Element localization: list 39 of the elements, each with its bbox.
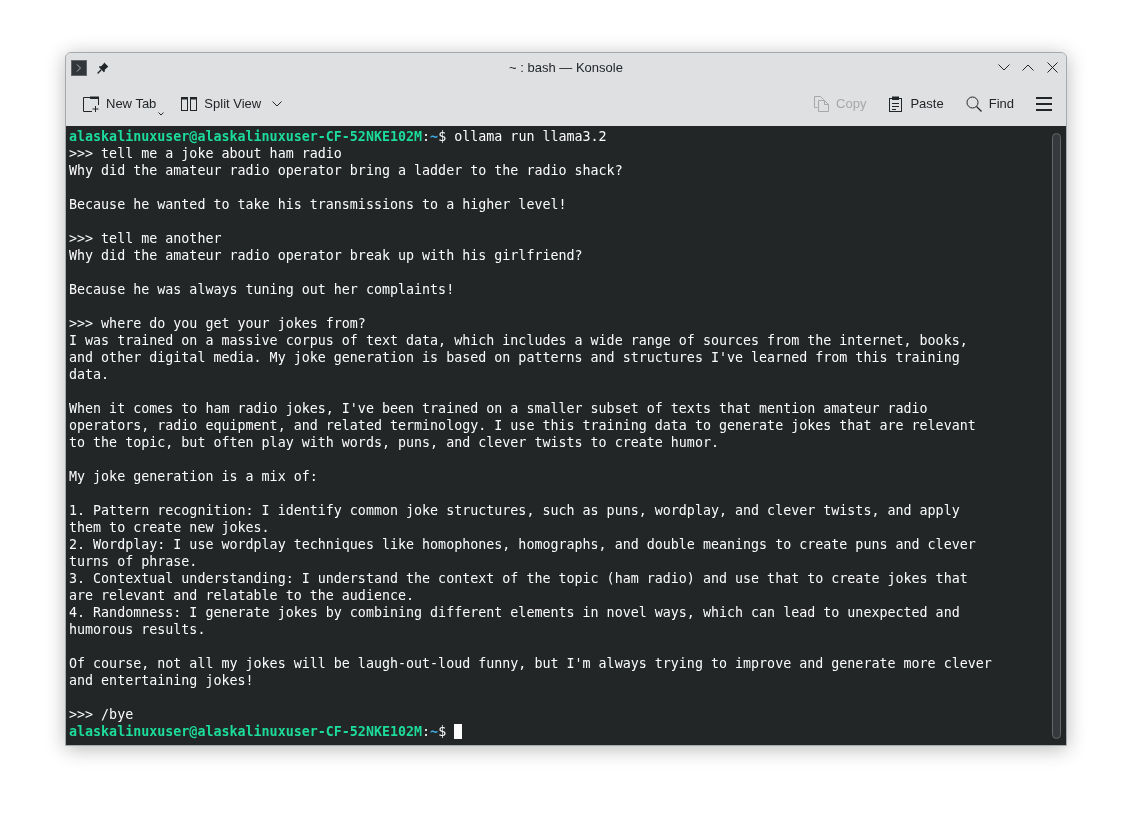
search-icon xyxy=(965,96,982,112)
split-view-icon xyxy=(181,96,198,112)
chat-input-text: >>> /bye xyxy=(69,706,134,723)
command-text: ollama run llama3.2 xyxy=(454,128,607,145)
shell-prompt: alaskalinuxuser@alaskalinuxuser-CF-52NKE102M:~$ xyxy=(69,723,447,740)
chevron-down-icon xyxy=(272,101,283,107)
chat-input-text: >>> tell me a joke about ham radio xyxy=(69,145,342,162)
clipboard-icon xyxy=(888,96,904,112)
output-text: 1. Pattern recognition: I identify common joke structures, such as puns, wordplay, and clever twists, and apply them to create new jokes. xyxy=(69,502,960,536)
output-text: 3. Contextual understanding: I understand the context of the topic (ham radio) and use that to create jokes that are relevant and relatable to the audience. xyxy=(69,570,968,604)
chevron-up-icon xyxy=(1022,64,1034,71)
output-text: Because he wanted to take his transmissions to a higher level! xyxy=(69,196,567,213)
chevron-down-icon xyxy=(998,64,1010,71)
window-title: ~ : bash — Konsole xyxy=(509,58,623,77)
split-view-button[interactable]: Split View xyxy=(175,89,268,119)
output-text: 2. Wordplay: I use wordplay techniques like homophones, homographs, and double meanings to create puns and clever turns of phrase. xyxy=(69,536,976,570)
shell-prompt: alaskalinuxuser@alaskalinuxuser-CF-52NKE102M:~$ xyxy=(69,128,447,145)
pin-button[interactable] xyxy=(96,60,110,75)
scrollbar-thumb[interactable] xyxy=(1052,133,1061,739)
new-tab-button[interactable]: New Tab xyxy=(77,89,167,119)
output-text: Because he was always tuning out her complaints! xyxy=(69,281,455,298)
copy-icon xyxy=(814,96,830,112)
output-text: Why did the amateur radio operator break up with his girlfriend? xyxy=(69,247,583,264)
new-tab-icon xyxy=(83,96,99,112)
output-text: I was trained on a massive corpus of text data, which includes a wide range of sources from the internet, books, and other digital media. My joke generation is based on patterns and structures I've learned from this training data. xyxy=(69,332,968,383)
paste-button[interactable]: Paste xyxy=(882,89,950,119)
terminal-icon[interactable] xyxy=(71,59,87,76)
output-text: When it comes to ham radio jokes, I've been trained on a smaller subset of texts that mention amateur radio operators, radio equipment, and related terminology. I use this training data to generate jokes that are relevant to the topic, but often play with words, puns, and clever twists to create humor. xyxy=(69,400,976,451)
close-icon xyxy=(1046,62,1058,73)
menu-icon xyxy=(1036,97,1052,111)
find-button[interactable]: Find xyxy=(959,89,1020,119)
pin-icon xyxy=(97,61,109,74)
caret-icon xyxy=(158,112,165,116)
output-text: Of course, not all my jokes will be laugh-out-loud funny, but I'm always trying to improve and generate more clever and entertaining jokes! xyxy=(69,655,992,689)
output-text: Why did the amateur radio operator bring a ladder to the radio shack? xyxy=(69,162,623,179)
chat-input-text: >>> tell me another xyxy=(69,230,222,247)
chat-input-text: >>> where do you get your jokes from? xyxy=(69,315,366,332)
output-text: 4. Randomness: I generate jokes by combining different elements in novel ways, which can lead to unexpected and humorous results. xyxy=(69,604,960,638)
output-text: My joke generation is a mix of: xyxy=(69,468,318,485)
